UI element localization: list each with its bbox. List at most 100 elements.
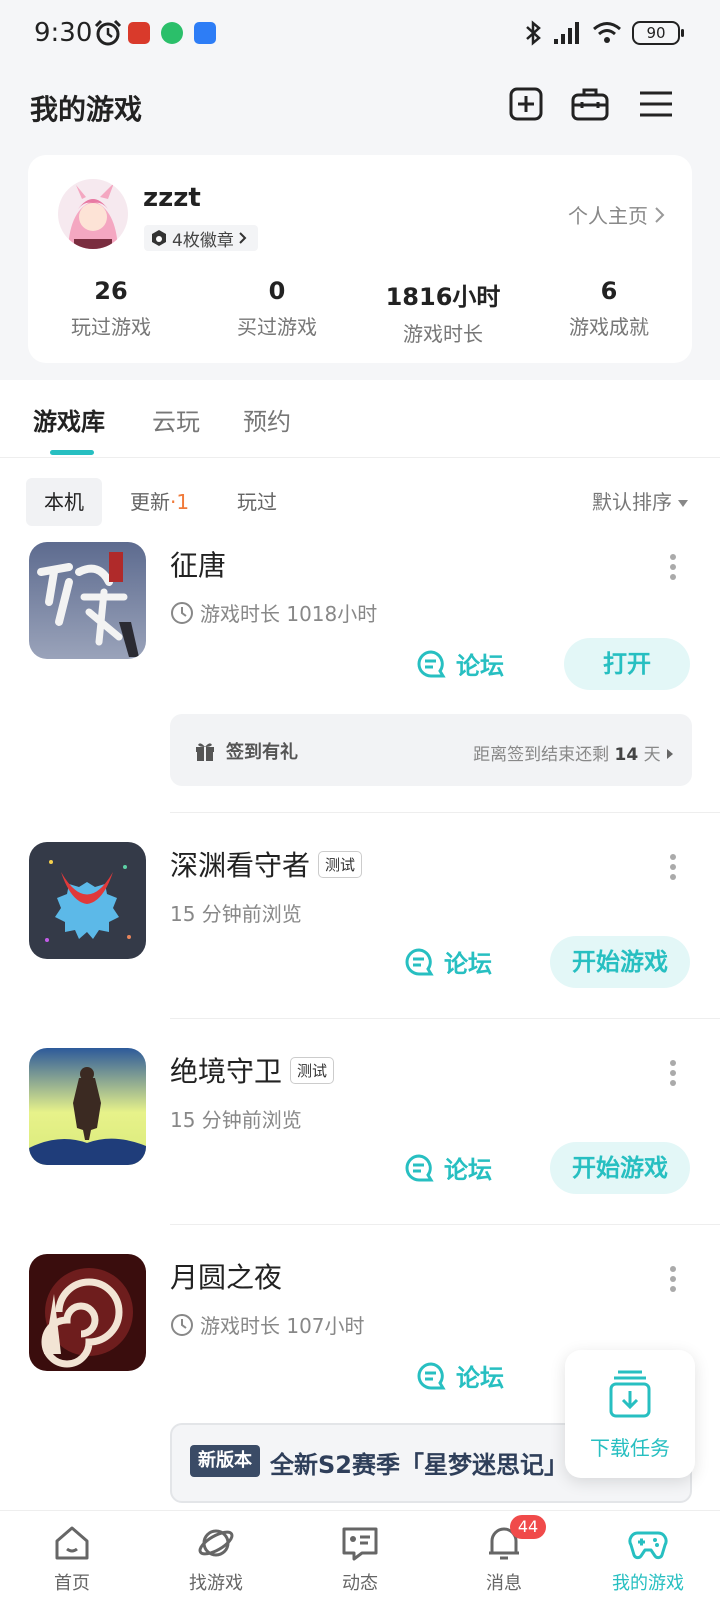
banner-text: 全新S2赛季「星梦迷思记」	[270, 1451, 568, 1479]
homepage-label: 个人主页	[568, 204, 648, 228]
divider	[170, 1224, 720, 1225]
bottom-nav: 首页 找游戏 动态 44 消息 我的游戏	[0, 1510, 720, 1600]
page-title: 我的游戏	[30, 93, 143, 126]
divider	[170, 812, 720, 813]
stat-played-games[interactable]: 26 玩过游戏	[28, 277, 194, 347]
open-game-button[interactable]: 打开	[564, 638, 690, 690]
start-game-button[interactable]: 开始游戏	[550, 1142, 690, 1194]
tab-reservation[interactable]: 预约	[243, 402, 291, 437]
nav-label: 找游戏	[189, 1573, 243, 1594]
avatar-image	[58, 179, 128, 249]
stat-bought-games[interactable]: 0 买过游戏	[194, 277, 360, 347]
game-name: 绝境守卫 测试	[170, 1050, 335, 1090]
signal-icon	[554, 22, 579, 44]
sort-label: 默认排序	[592, 490, 672, 514]
game-subtitle: 15 分钟前浏览	[170, 1108, 302, 1132]
more-options-icon[interactable]	[670, 1266, 676, 1292]
filter-update-label: 更新	[130, 490, 170, 514]
nav-feed[interactable]: 动态	[288, 1511, 432, 1600]
game-icon[interactable]	[29, 1254, 146, 1371]
download-task-button[interactable]: 下载任务	[565, 1350, 695, 1478]
app-notification-icon	[128, 22, 150, 44]
game-name: 征唐	[170, 549, 227, 582]
add-game-icon[interactable]	[506, 84, 546, 124]
filter-played[interactable]: 玩过	[237, 478, 277, 526]
stat-achievements[interactable]: 6 游戏成就	[526, 277, 692, 347]
homepage-link[interactable]: 个人主页	[568, 200, 666, 229]
tab-indicator	[50, 450, 94, 455]
more-options-icon[interactable]	[670, 1060, 676, 1086]
game-item[interactable]: 征唐 游戏时长 1018小时 论坛 打开 签到有礼 距离签到结束还剩 14 天	[0, 542, 720, 812]
game-icon-zhengtang	[29, 542, 146, 659]
badge-count-label: 4枚徽章	[172, 230, 234, 251]
signin-remaining-days: 14	[614, 745, 639, 765]
nav-my-games[interactable]: 我的游戏	[576, 1511, 720, 1600]
game-icon[interactable]	[29, 542, 146, 659]
badge-count-button[interactable]: 4枚徽章	[144, 225, 258, 251]
download-icon	[609, 1370, 651, 1418]
chevron-right-icon	[655, 206, 665, 223]
forum-button[interactable]: 论坛	[404, 944, 492, 979]
signin-reward-bar[interactable]: 签到有礼 距离签到结束还剩 14 天	[170, 714, 692, 786]
test-tag: 测试	[290, 1056, 335, 1084]
forum-icon	[417, 649, 446, 677]
stat-label: 游戏成就	[569, 315, 649, 339]
nav-home[interactable]: 首页	[0, 1511, 144, 1600]
stat-value: 0	[268, 277, 286, 305]
more-options-icon[interactable]	[670, 854, 676, 880]
download-task-label: 下载任务	[590, 1436, 670, 1460]
stat-label: 游戏时长	[403, 322, 483, 346]
menu-icon[interactable]	[636, 84, 676, 124]
forum-icon	[405, 1153, 434, 1181]
toolbox-icon[interactable]	[570, 84, 610, 124]
tab-library[interactable]: 游戏库	[33, 402, 105, 437]
stat-play-time[interactable]: 1816小时 游戏时长	[360, 277, 526, 347]
clock-icon	[171, 601, 193, 624]
message-count-badge: 44	[510, 1515, 546, 1539]
stat-label: 买过游戏	[237, 315, 317, 339]
test-tag: 测试	[318, 850, 363, 878]
game-icon-moon-night	[29, 1254, 146, 1371]
forum-button[interactable]: 论坛	[404, 1150, 492, 1185]
gift-icon	[196, 743, 214, 761]
more-options-icon[interactable]	[670, 554, 676, 580]
app-notification-icon	[161, 22, 183, 44]
forum-button[interactable]: 论坛	[416, 646, 504, 681]
medal-icon	[152, 230, 166, 246]
profile-stats: 26 玩过游戏 0 买过游戏 1816小时 游戏时长 6 游戏成就	[28, 277, 692, 347]
library-tabs: 游戏库 云玩 预约	[0, 380, 720, 458]
stat-value: 26	[94, 277, 128, 305]
game-subtitle: 游戏时长 1018小时	[170, 598, 377, 627]
divider	[170, 1018, 720, 1019]
nav-find-games[interactable]: 找游戏	[144, 1511, 288, 1600]
game-item[interactable]: 绝境守卫 测试 15 分钟前浏览 论坛 开始游戏	[0, 1048, 720, 1222]
stat-value: 1816小时	[385, 283, 501, 311]
avatar[interactable]	[58, 179, 128, 249]
game-subtitle: 游戏时长 107小时	[170, 1310, 365, 1339]
game-name: 月圆之夜	[170, 1261, 283, 1294]
filter-local[interactable]: 本机	[26, 478, 102, 526]
signin-remaining-unit: 天	[643, 745, 661, 765]
signin-label: 签到有礼	[226, 742, 298, 763]
nav-messages[interactable]: 44 消息	[432, 1511, 576, 1600]
tab-cloud-play[interactable]: 云玩	[152, 402, 200, 437]
sort-dropdown[interactable]: 默认排序	[592, 478, 688, 526]
filter-bar: 本机 更新·1 玩过 默认排序	[0, 478, 720, 526]
game-icon[interactable]	[29, 842, 146, 959]
nav-label: 动态	[342, 1573, 378, 1594]
app-notification-icon	[194, 22, 216, 44]
clock-icon	[171, 1313, 193, 1336]
profile-card: zzzt 4枚徽章 个人主页 26 玩过游戏 0 买过游戏 1816小时 游戏时…	[28, 155, 692, 363]
start-game-button[interactable]: 开始游戏	[550, 936, 690, 988]
feed-icon	[342, 1527, 378, 1561]
game-icon-abyss-keeper	[29, 842, 146, 959]
forum-button[interactable]: 论坛	[416, 1358, 504, 1393]
caret-down-icon	[678, 500, 688, 507]
game-icon-last-guardian	[29, 1048, 146, 1165]
gamepad-icon	[628, 1531, 668, 1560]
signin-remaining-prefix: 距离签到结束还剩	[473, 745, 610, 765]
nav-label: 我的游戏	[612, 1573, 684, 1594]
game-icon[interactable]	[29, 1048, 146, 1165]
filter-update[interactable]: 更新·1	[130, 478, 189, 526]
game-item[interactable]: 深渊看守者 测试 15 分钟前浏览 论坛 开始游戏	[0, 842, 720, 1016]
